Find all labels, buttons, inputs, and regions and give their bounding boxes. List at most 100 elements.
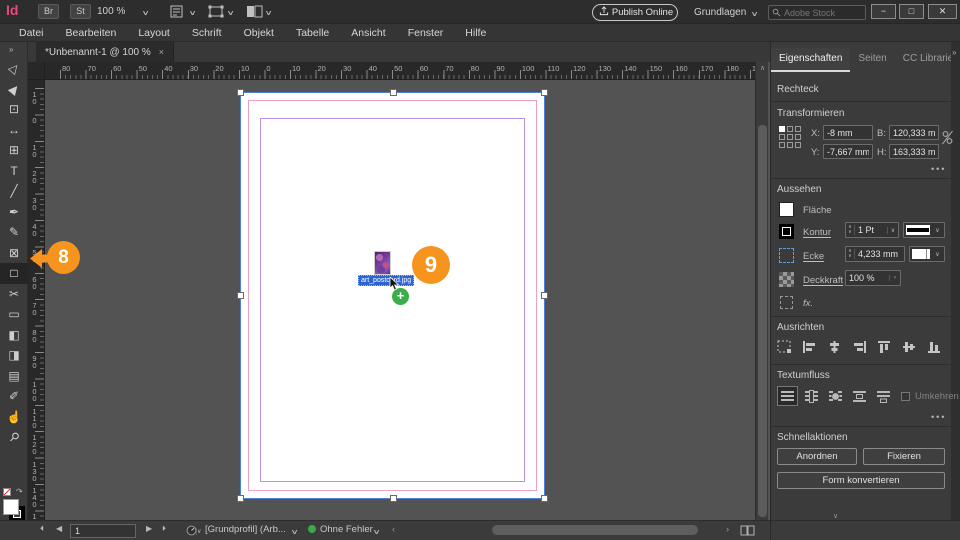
pencil-tool[interactable]: ✎ — [0, 222, 28, 243]
scroll-up-icon[interactable]: ∧ — [756, 64, 769, 72]
selection-handle[interactable] — [541, 89, 548, 96]
panel-collapse-icon[interactable]: » — [952, 48, 956, 57]
screen-mode-icon[interactable] — [208, 5, 225, 18]
zoom-tool[interactable]: ⚲ — [0, 427, 28, 448]
object-style-icon[interactable] — [780, 296, 793, 309]
workspace-switcher[interactable]: Grundlagen — [694, 7, 746, 18]
selection-handle[interactable] — [541, 292, 548, 299]
hand-tool[interactable]: ☝ — [0, 407, 28, 428]
publish-online-button[interactable]: Publish Online — [592, 4, 678, 21]
page-number-field[interactable]: ∨ — [70, 524, 201, 538]
gradient-feather-tool[interactable]: ◨ — [0, 345, 28, 366]
view-options-chevron-icon[interactable]: ∨ — [188, 9, 196, 17]
eyedropper-tool[interactable]: ✐ — [0, 386, 28, 407]
fill-swatch[interactable] — [3, 499, 19, 515]
tab-cc-libraries[interactable]: CC Libraries — [895, 48, 951, 72]
align-center-horizontal-icon[interactable] — [827, 340, 847, 356]
gap-tool[interactable]: ↔ — [0, 120, 28, 141]
selection-handle[interactable] — [390, 495, 397, 502]
stroke-weight-stepper[interactable]: ∧ ∨ 1 Pt ∨ — [845, 222, 899, 238]
page-tool[interactable]: ⊡ — [0, 99, 28, 120]
swap-fill-stroke-icon[interactable]: ↷ — [16, 487, 23, 496]
selection-handle[interactable] — [390, 89, 397, 96]
vertical-scroll-thumb[interactable] — [758, 125, 767, 517]
direct-selection-tool[interactable]: ▶ — [0, 79, 28, 100]
status-scroll-left-icon[interactable]: ‹ — [392, 524, 395, 535]
preflight-chevron-icon[interactable]: ∨ — [290, 528, 298, 536]
opacity-field[interactable]: 100 % › — [845, 270, 901, 286]
opacity-flyout-icon[interactable]: › — [889, 275, 900, 281]
vertical-ruler[interactable]: 100102030405060708090100110120130140150 — [28, 80, 45, 533]
screen-mode-chevron-icon[interactable]: ∨ — [226, 9, 234, 17]
page-number-input[interactable] — [71, 526, 196, 536]
selection-handle[interactable] — [541, 495, 548, 502]
align-left-icon[interactable] — [802, 340, 822, 356]
horizontal-ruler[interactable]: 80 70 60 50 40 30 20 10 0 10 20 30 40 50 60 70 80 90 100 11… — [45, 62, 764, 80]
tab-close-icon[interactable]: × — [159, 47, 164, 57]
status-scroll-right-icon[interactable]: › — [726, 524, 729, 535]
corner-options-icon[interactable] — [779, 248, 794, 263]
pasteboard[interactable]: art_postcard.jpg + — [45, 80, 755, 520]
pen-tool[interactable]: ✒ — [0, 202, 28, 223]
line-tool[interactable]: ╱ — [0, 181, 28, 202]
vertical-scrollbar[interactable]: ∧ — [755, 62, 768, 520]
stepper-arrows-icon[interactable]: ∧ ∨ — [846, 249, 855, 259]
transform-more-options[interactable]: ••• — [931, 164, 946, 174]
stroke-weight-dropdown-icon[interactable]: ∨ — [887, 226, 898, 234]
menu-layout[interactable]: Layout — [127, 27, 181, 39]
workspace-chevron-icon[interactable]: ∨ — [750, 10, 758, 18]
default-fill-stroke-icon[interactable] — [3, 488, 11, 496]
invert-checkbox[interactable] — [901, 392, 910, 401]
menu-bearbeiten[interactable]: Bearbeiten — [55, 27, 128, 39]
wrap-jump-object-icon[interactable] — [849, 386, 870, 406]
scissors-tool[interactable]: ✂ — [0, 284, 28, 305]
align-bottom-icon[interactable] — [927, 340, 947, 356]
last-page-button[interactable]: ⏵ — [162, 524, 166, 534]
close-button[interactable]: ✕ — [928, 4, 957, 19]
bridge-button[interactable]: Br — [38, 4, 59, 19]
panel-collapse-strip[interactable]: » — [951, 42, 960, 540]
menu-datei[interactable]: Datei — [8, 27, 55, 39]
fill-color-swatch[interactable] — [779, 202, 794, 217]
fx-effects-button[interactable]: fx. — [803, 298, 813, 309]
align-selection-icon[interactable] — [777, 340, 797, 356]
rectangle-tool[interactable]: □ — [0, 263, 28, 284]
height-input[interactable] — [889, 144, 939, 159]
adobe-stock-search[interactable] — [768, 5, 866, 20]
content-collector-tool[interactable]: ⊞ — [0, 140, 28, 161]
wrap-none-icon[interactable] — [777, 386, 798, 406]
corner-style-dropdown[interactable]: ∨ — [909, 246, 945, 262]
width-input[interactable] — [889, 125, 939, 140]
previous-page-button[interactable]: ◀ — [56, 524, 62, 533]
selection-handle[interactable] — [237, 89, 244, 96]
align-right-icon[interactable] — [852, 340, 872, 356]
note-tool[interactable]: ▤ — [0, 366, 28, 387]
view-options-icon[interactable] — [170, 5, 187, 18]
y-input[interactable] — [823, 144, 873, 159]
menu-ansicht[interactable]: Ansicht — [340, 27, 396, 39]
dragged-image-thumbnail[interactable] — [374, 251, 391, 275]
wrap-object-shape-icon[interactable] — [825, 386, 846, 406]
menu-hilfe[interactable]: Hilfe — [454, 27, 497, 39]
menu-schrift[interactable]: Schrift — [181, 27, 233, 39]
fixieren-button[interactable]: Fixieren — [863, 448, 945, 465]
maximize-button[interactable]: □ — [899, 4, 924, 19]
menu-fenster[interactable]: Fenster — [397, 27, 455, 39]
x-input[interactable] — [823, 125, 873, 140]
corner-link[interactable]: Ecke — [803, 251, 824, 262]
spread-view-icon[interactable] — [740, 525, 755, 539]
arrange-documents-chevron-icon[interactable]: ∨ — [264, 9, 272, 17]
align-top-icon[interactable] — [877, 340, 897, 356]
error-status[interactable]: Ohne Fehler — [308, 524, 373, 535]
stroke-link[interactable]: Kontur — [803, 227, 831, 238]
tools-collapse-icon[interactable]: » — [9, 45, 13, 54]
gradient-tool[interactable]: ◧ — [0, 325, 28, 346]
first-page-button[interactable]: ⏴ — [40, 524, 44, 534]
horizontal-scroll-thumb[interactable] — [492, 525, 698, 535]
wrap-bounding-box-icon[interactable] — [801, 386, 822, 406]
ruler-origin-corner[interactable] — [28, 62, 45, 80]
align-center-vertical-icon[interactable] — [902, 340, 922, 356]
preflight-icon[interactable] — [186, 525, 197, 539]
frame-tool[interactable]: ⊠ — [0, 243, 28, 264]
selection-handle[interactable] — [237, 495, 244, 502]
